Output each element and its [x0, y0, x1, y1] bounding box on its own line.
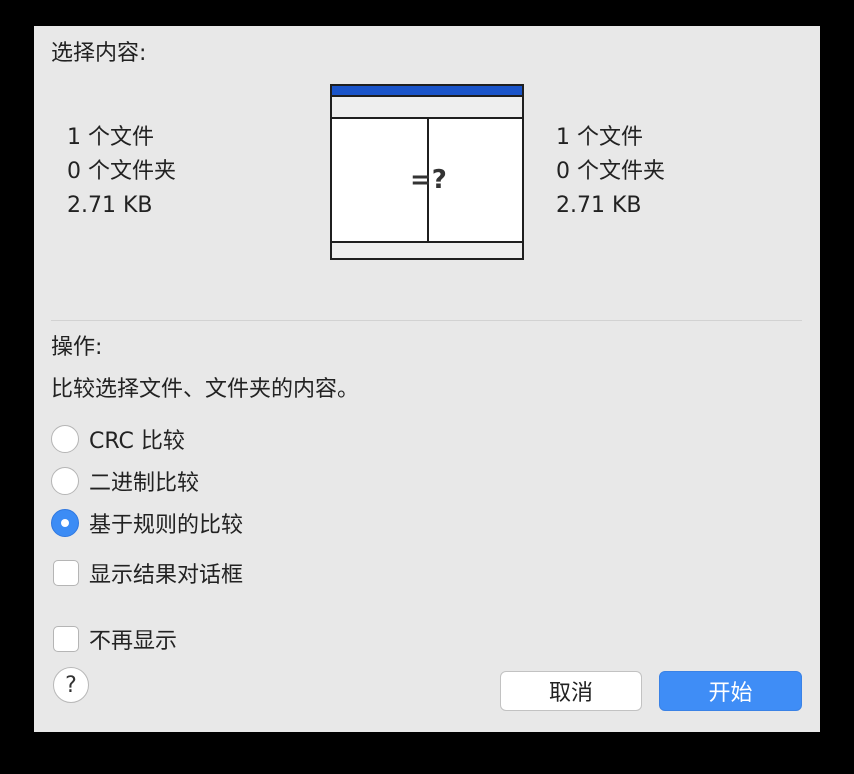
diagram-titlebar	[332, 86, 522, 97]
section-divider	[51, 320, 802, 321]
right-size: 2.71 KB	[556, 193, 642, 218]
operation-description: 比较选择文件、文件夹的内容。	[51, 377, 360, 402]
diagram-toolbar	[332, 97, 522, 119]
radio-option-rule-based[interactable]: 基于规则的比较	[51, 507, 243, 539]
radio-button-selected[interactable]	[51, 509, 79, 537]
radio-label: 二进制比较	[89, 471, 200, 496]
cancel-button[interactable]: 取消	[500, 671, 642, 711]
select-content-title: 选择内容:	[51, 41, 147, 66]
left-size: 2.71 KB	[67, 193, 153, 218]
operation-title: 操作:	[51, 335, 103, 360]
right-folder-count: 0 个文件夹	[556, 159, 665, 184]
left-file-count: 1 个文件	[67, 125, 154, 150]
comparison-diagram: =?	[330, 84, 524, 260]
left-folder-count: 0 个文件夹	[67, 159, 176, 184]
radio-option-binary[interactable]: 二进制比较	[51, 465, 199, 497]
dont-show-again-checkbox[interactable]: 不再显示	[53, 623, 177, 655]
checkbox-label: 不再显示	[89, 629, 178, 654]
radio-label: CRC 比较	[89, 429, 185, 454]
compare-symbol: =?	[410, 165, 447, 195]
radio-button[interactable]	[51, 425, 79, 453]
checkbox-box[interactable]	[53, 560, 79, 586]
radio-label: 基于规则的比较	[89, 513, 244, 538]
compare-dialog: 选择内容: 1 个文件 0 个文件夹 2.71 KB =? 1 个文件 0 个文…	[34, 26, 820, 732]
checkbox-label: 显示结果对话框	[89, 563, 244, 588]
radio-option-crc[interactable]: CRC 比较	[51, 423, 185, 455]
radio-button[interactable]	[51, 467, 79, 495]
diagram-statusbar	[332, 241, 522, 258]
question-mark-icon: ?	[65, 672, 77, 698]
right-file-count: 1 个文件	[556, 125, 643, 150]
show-result-dialog-checkbox[interactable]: 显示结果对话框	[53, 557, 243, 589]
start-button[interactable]: 开始	[659, 671, 802, 711]
checkbox-box[interactable]	[53, 626, 79, 652]
help-button[interactable]: ?	[53, 667, 89, 703]
